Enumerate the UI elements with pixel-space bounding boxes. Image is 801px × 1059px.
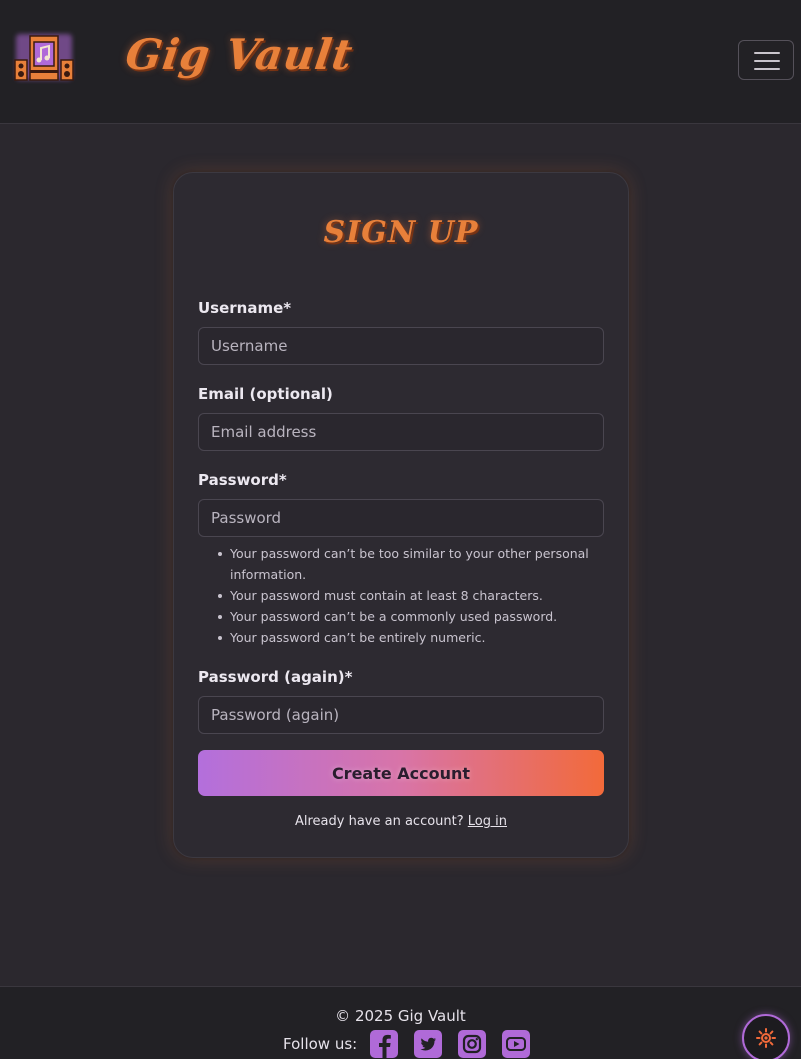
instagram-icon[interactable]: [455, 1029, 489, 1059]
create-account-button[interactable]: Create Account: [198, 750, 604, 796]
follow-label: Follow us:: [283, 1035, 358, 1053]
password-again-label: Password (again)*: [198, 668, 353, 686]
navbar: Gig Vault: [0, 0, 801, 124]
social-links: Follow us:: [283, 1029, 533, 1059]
username-label: Username*: [198, 299, 292, 317]
signup-card: Sign Up Username* Email (optional) Passw…: [173, 172, 629, 858]
login-link[interactable]: Log in: [468, 814, 507, 829]
password-help-item: Your password can’t be too similar to yo…: [198, 543, 608, 585]
sun-icon: [756, 1028, 776, 1048]
password-help-item: Your password must contain at least 8 ch…: [198, 585, 608, 606]
youtube-icon[interactable]: [499, 1029, 533, 1059]
speaker-music-icon[interactable]: [12, 30, 76, 84]
hamburger-menu-icon-bar: [754, 60, 780, 62]
password-label: Password*: [198, 471, 287, 489]
username-input[interactable]: [198, 327, 604, 365]
page-title: Sign Up: [323, 215, 479, 250]
email-label: Email (optional): [198, 385, 333, 403]
email-input[interactable]: [198, 413, 604, 451]
facebook-icon[interactable]: [367, 1029, 401, 1059]
login-prompt-text: Already have an account?: [294, 814, 464, 829]
password-help-list: Your password can’t be too similar to yo…: [198, 543, 608, 648]
login-prompt: Already have an account? Log in: [174, 814, 628, 829]
hamburger-menu-icon: [754, 52, 780, 54]
password-again-input[interactable]: [198, 696, 604, 734]
navbar-toggler-button[interactable]: [738, 40, 794, 80]
hamburger-menu-icon-bar: [754, 68, 780, 70]
password-help-item: Your password can’t be a commonly used p…: [198, 606, 608, 627]
copyright-text: © 2025 Gig Vault: [335, 1007, 466, 1025]
password-help-item: Your password can’t be entirely numeric.: [198, 627, 608, 648]
twitter-icon[interactable]: [411, 1029, 445, 1059]
password-input[interactable]: [198, 499, 604, 537]
theme-toggle-button[interactable]: [742, 1014, 790, 1059]
footer: © 2025 Gig Vault Follow us:: [0, 986, 801, 1059]
brand-name[interactable]: Gig Vault: [123, 30, 357, 79]
